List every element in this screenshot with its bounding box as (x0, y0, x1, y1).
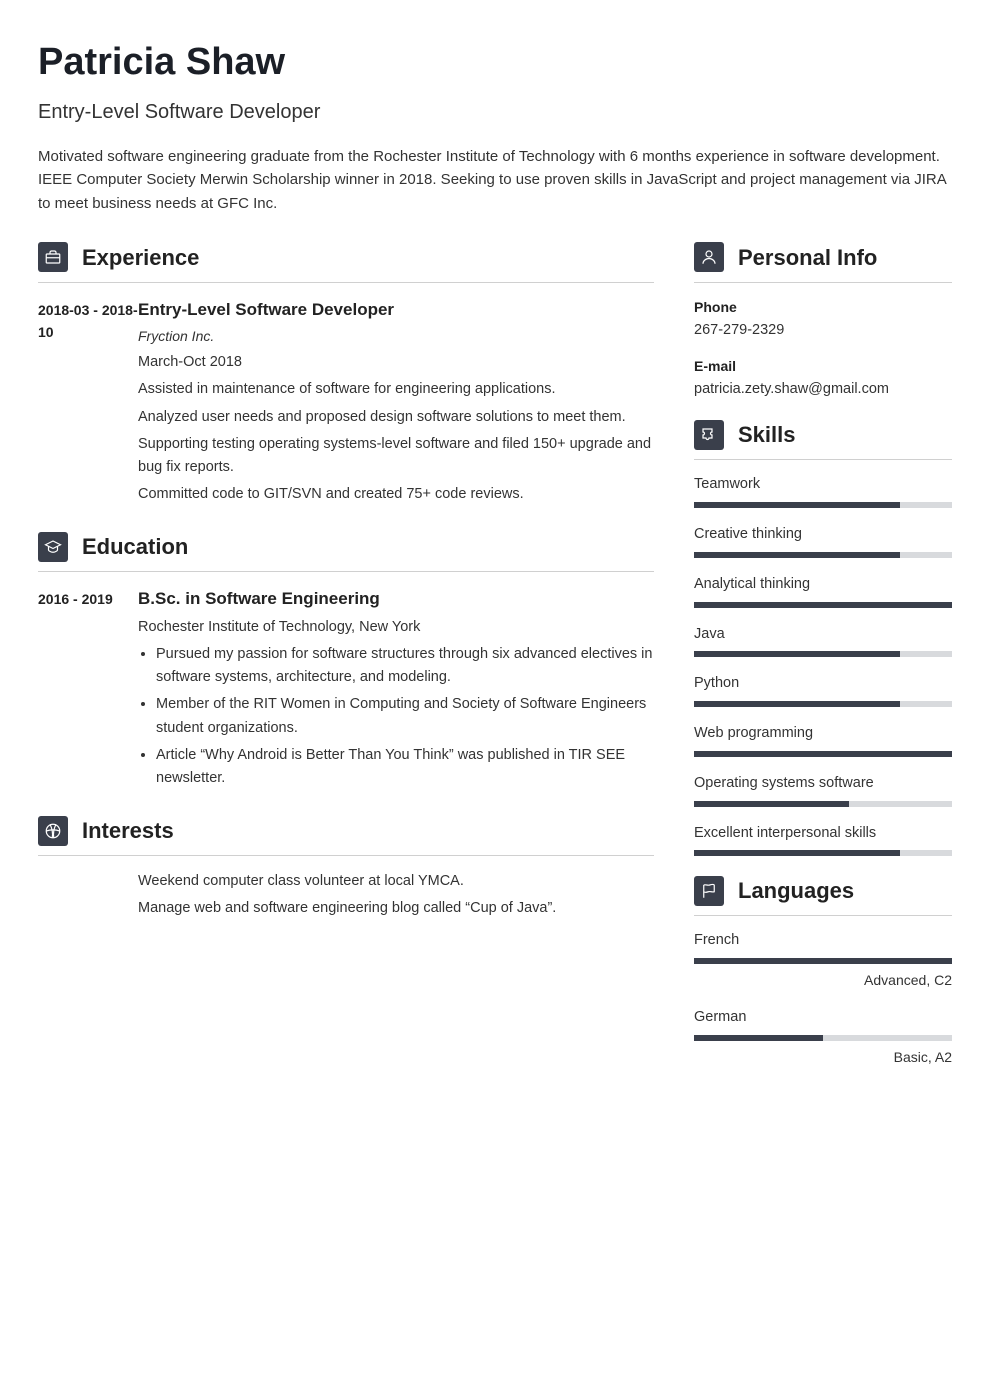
email-label: E-mail (694, 356, 952, 377)
dribbble-icon (38, 816, 68, 846)
education-entry: 2016 - 2019B.Sc. in Software Engineering… (38, 586, 654, 794)
entry-dates: 2018-03 - 2018-10 (38, 297, 138, 511)
briefcase-icon (38, 242, 68, 272)
interest-line: Manage web and software engineering blog… (138, 897, 654, 920)
person-icon (694, 242, 724, 272)
skill-item: Web programming (694, 723, 952, 757)
skill-item: Python (694, 673, 952, 707)
skill-name: Excellent interpersonal skills (694, 823, 952, 845)
phone-label: Phone (694, 297, 952, 318)
language-item: French Advanced, C2 (694, 930, 952, 991)
education-bullet: Article “Why Android is Better Than You … (156, 744, 654, 790)
skill-name: Teamwork (694, 474, 952, 496)
experience-entry: 2018-03 - 2018-10Entry-Level Software De… (38, 297, 654, 511)
personal-info-header: Personal Info (694, 241, 952, 283)
experience-header: Experience (38, 241, 654, 283)
language-level: Advanced, C2 (694, 970, 952, 991)
company-name: Fryction Inc. (138, 326, 654, 347)
skill-name: Analytical thinking (694, 574, 952, 596)
degree-title: B.Sc. in Software Engineering (138, 586, 654, 612)
puzzle-icon (694, 420, 724, 450)
skill-name: Creative thinking (694, 524, 952, 546)
education-bullet: Pursued my passion for software structur… (156, 643, 654, 689)
skill-name: Web programming (694, 723, 952, 745)
language-name: German (694, 1007, 952, 1029)
skill-bar (694, 850, 952, 856)
interest-line: Weekend computer class volunteer at loca… (138, 870, 654, 893)
language-bar (694, 958, 952, 964)
skill-item: Operating systems software (694, 773, 952, 807)
skill-bar (694, 801, 952, 807)
language-name: French (694, 930, 952, 952)
skill-item: Creative thinking (694, 524, 952, 558)
graduation-cap-icon (38, 532, 68, 562)
language-item: German Basic, A2 (694, 1007, 952, 1068)
skill-name: Java (694, 624, 952, 646)
phone-value: 267-279-2329 (694, 320, 952, 342)
school-name: Rochester Institute of Technology, New Y… (138, 616, 654, 639)
education-header: Education (38, 530, 654, 572)
skills-title: Skills (738, 418, 795, 451)
skill-bar (694, 602, 952, 608)
skill-name: Python (694, 673, 952, 695)
skill-bar (694, 651, 952, 657)
job-title: Entry-Level Software Developer (138, 297, 654, 323)
skill-item: Analytical thinking (694, 574, 952, 608)
job-period: March-Oct 2018 (138, 351, 654, 374)
skill-bar (694, 502, 952, 508)
language-bar (694, 1035, 952, 1041)
person-name: Patricia Shaw (38, 34, 952, 91)
flag-icon (694, 876, 724, 906)
email-value: patricia.zety.shaw@gmail.com (694, 379, 952, 401)
experience-title: Experience (82, 241, 199, 274)
job-line: Assisted in maintenance of software for … (138, 378, 654, 401)
education-bullet: Member of the RIT Women in Computing and… (156, 693, 654, 739)
language-level: Basic, A2 (694, 1047, 952, 1068)
job-line: Supporting testing operating systems-lev… (138, 433, 654, 479)
person-title: Entry-Level Software Developer (38, 97, 952, 127)
skill-item: Teamwork (694, 474, 952, 508)
skill-bar (694, 751, 952, 757)
skill-name: Operating systems software (694, 773, 952, 795)
summary-text: Motivated software engineering graduate … (38, 145, 952, 215)
skill-item: Excellent interpersonal skills (694, 823, 952, 857)
skill-item: Java (694, 624, 952, 658)
job-line: Analyzed user needs and proposed design … (138, 406, 654, 429)
interests-header: Interests (38, 814, 654, 856)
languages-header: Languages (694, 874, 952, 916)
languages-title: Languages (738, 874, 854, 907)
skill-bar (694, 701, 952, 707)
entry-dates: 2016 - 2019 (38, 586, 138, 794)
skills-header: Skills (694, 418, 952, 460)
education-title: Education (82, 530, 188, 563)
interests-title: Interests (82, 814, 174, 847)
skill-bar (694, 552, 952, 558)
personal-info-title: Personal Info (738, 241, 877, 274)
job-line: Committed code to GIT/SVN and created 75… (138, 483, 654, 506)
